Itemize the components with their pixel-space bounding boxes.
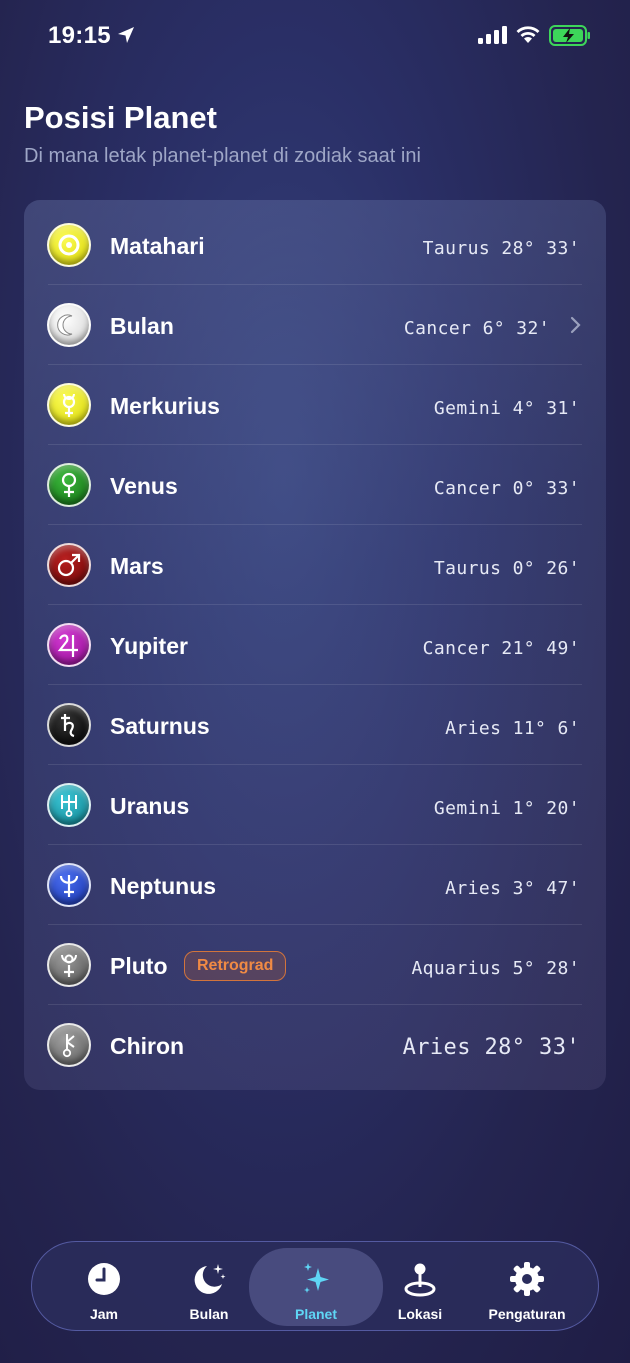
clock-icon — [88, 1263, 120, 1295]
tab-pengaturan[interactable]: Pengaturan — [473, 1248, 581, 1326]
planet-name: Yupiter — [110, 633, 188, 659]
tab-label: Pengaturan — [488, 1306, 566, 1322]
planet-list: Matahari Taurus 28° 33' Bulan Cancer 6° … — [24, 200, 606, 1090]
tab-jam[interactable]: Jam — [50, 1248, 158, 1326]
planet-row-yupiter[interactable]: Yupiter Cancer 21° 49' — [24, 605, 606, 685]
planet-name: Uranus — [110, 793, 190, 819]
planet-name: Pluto — [110, 953, 168, 979]
venus-icon — [47, 463, 91, 507]
planet-position: Aries 3° 47' — [445, 878, 580, 899]
tab-planet[interactable]: Planet — [249, 1248, 383, 1326]
planet-position: Cancer 0° 33' — [433, 478, 580, 499]
planet-row-bulan[interactable]: Bulan Cancer 6° 32' — [24, 285, 606, 365]
mercury-icon — [47, 383, 91, 427]
planet-position: Cancer 6° 32' — [403, 318, 550, 339]
pluto-icon — [47, 943, 91, 987]
tab-label: Planet — [294, 1306, 337, 1322]
planet-name: Bulan — [110, 313, 174, 339]
planet-position: Taurus 28° 33' — [422, 238, 580, 259]
chiron-icon — [47, 1023, 91, 1067]
tab-label: Bulan — [189, 1306, 229, 1322]
retrograde-badge: Retrograd — [184, 951, 287, 981]
planet-position: Aries 11° 6' — [445, 718, 580, 739]
planet-row-venus[interactable]: Venus Cancer 0° 33' — [24, 445, 606, 525]
saturn-icon — [47, 703, 91, 747]
moon-icon — [47, 303, 91, 347]
planet-position: Gemini 1° 20' — [433, 798, 580, 819]
planet-position: Cancer 21° 49' — [422, 638, 580, 659]
planet-position: Gemini 4° 31' — [433, 398, 580, 419]
uranus-icon — [47, 783, 91, 827]
planet-position: Aquarius 5° 28' — [411, 958, 580, 979]
tab-bar: Jam Bulan Planet Lokasi Pengaturan — [31, 1241, 599, 1331]
cellular-signal-icon — [478, 26, 507, 44]
tab-lokasi[interactable]: Lokasi — [366, 1248, 474, 1326]
battery-charging-icon — [549, 25, 590, 46]
page-title: Posisi Planet — [24, 100, 217, 135]
planet-row-pluto[interactable]: Pluto Retrograd Aquarius 5° 28' — [24, 925, 606, 1005]
planet-row-chiron[interactable]: Chiron Aries 28° 33' — [24, 1005, 606, 1085]
planet-name: Mars — [110, 553, 164, 579]
planet-name: Venus — [110, 473, 178, 499]
planet-row-neptunus[interactable]: Neptunus Aries 3° 47' — [24, 845, 606, 925]
location-arrow-icon — [118, 27, 134, 43]
planet-row-matahari[interactable]: Matahari Taurus 28° 33' — [24, 205, 606, 285]
status-bar: 19:15 — [0, 0, 630, 70]
wifi-icon — [516, 26, 540, 43]
status-time: 19:15 — [48, 22, 111, 49]
sun-icon — [47, 223, 91, 267]
planet-name: Chiron — [110, 1033, 185, 1059]
tab-label: Jam — [89, 1306, 119, 1322]
planet-row-saturnus[interactable]: Saturnus Aries 11° 6' — [24, 685, 606, 765]
location-pin-icon — [404, 1263, 436, 1297]
chevron-right-icon — [570, 316, 581, 334]
planet-row-mars[interactable]: Mars Taurus 0° 26' — [24, 525, 606, 605]
planet-position: Aries 28° 33' — [402, 1035, 580, 1060]
tab-bulan[interactable]: Bulan — [155, 1248, 263, 1326]
planet-row-uranus[interactable]: Uranus Gemini 1° 20' — [24, 765, 606, 845]
jupiter-icon — [47, 623, 91, 667]
gear-icon — [510, 1262, 544, 1296]
planet-row-merkurius[interactable]: Merkurius Gemini 4° 31' — [24, 365, 606, 445]
moon-stars-icon — [194, 1264, 226, 1294]
planet-name: Merkurius — [110, 393, 220, 419]
neptune-icon — [47, 863, 91, 907]
planet-position: Taurus 0° 26' — [433, 558, 580, 579]
planet-name: Matahari — [110, 233, 205, 259]
tab-label: Lokasi — [397, 1306, 443, 1322]
page-subtitle: Di mana letak planet-planet di zodiak sa… — [24, 145, 421, 167]
sparkles-icon — [304, 1263, 329, 1293]
planet-name: Saturnus — [110, 713, 210, 739]
planet-name: Neptunus — [110, 873, 217, 899]
mars-icon — [47, 543, 91, 587]
